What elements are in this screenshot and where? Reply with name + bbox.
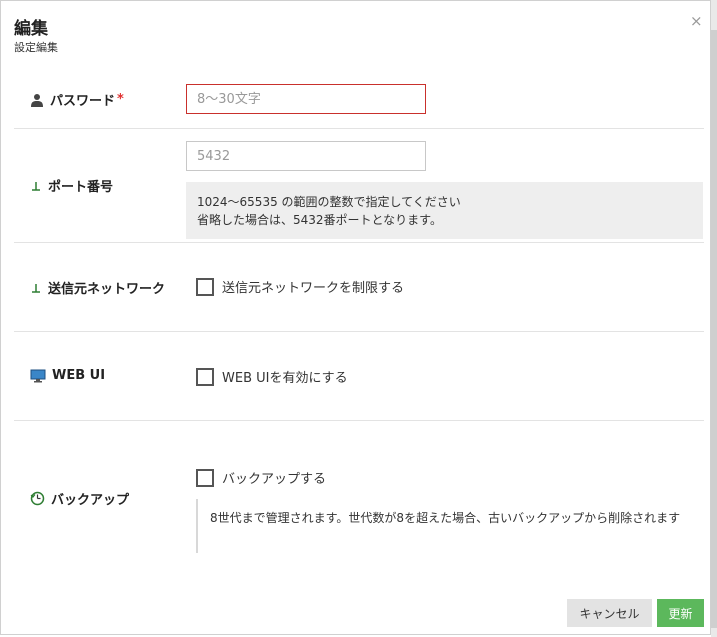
port-input[interactable]: [186, 141, 426, 171]
password-label-row: パスワード *: [30, 90, 124, 109]
divider: [14, 128, 704, 129]
port-label: ポート番号: [48, 180, 114, 195]
backup-clock-icon: [30, 491, 45, 506]
webui-checkbox[interactable]: [196, 367, 214, 386]
divider: [14, 420, 704, 421]
scrollbar[interactable]: [711, 0, 717, 637]
backup-checkbox[interactable]: [196, 468, 214, 487]
network-checkbox[interactable]: [196, 277, 214, 296]
port-hint-line2: 省略した場合は、5432番ポートとなります。: [197, 213, 442, 227]
backup-label-row: バックアップ: [30, 489, 129, 508]
port-label-row: ポート番号: [30, 176, 113, 195]
modal-subtitle: 設定編集: [14, 41, 58, 54]
modal-title: 編集: [14, 19, 48, 39]
backup-checkbox-row[interactable]: バックアップする: [196, 468, 326, 487]
divider: [14, 331, 704, 332]
port-hint-line1: 1024〜65535 の範囲の整数で指定してください: [197, 195, 461, 209]
port-hint: 1024〜65535 の範囲の整数で指定してください 省略した場合は、5432番…: [186, 182, 703, 239]
network-label-row: 送信元ネットワーク: [30, 278, 165, 297]
close-icon[interactable]: ×: [690, 12, 703, 30]
backup-label: バックアップ: [51, 493, 130, 508]
monitor-icon: [30, 369, 46, 382]
password-label: パスワード: [50, 94, 116, 109]
edit-modal: 編集 設定編集 × パスワード * ポート番号 1024〜65535 の範囲の整…: [0, 0, 711, 635]
required-marker: *: [117, 92, 124, 107]
divider: [14, 242, 704, 243]
webui-label: WEB UI: [52, 368, 106, 383]
network-checkbox-label[interactable]: 送信元ネットワークを制限する: [222, 277, 404, 296]
backup-hint: 8世代まで管理されます。世代数が8を超えた場合、古いバックアップから削除されます: [196, 499, 696, 553]
save-button[interactable]: 更新: [657, 599, 704, 627]
pin-icon: [32, 181, 40, 191]
webui-checkbox-label[interactable]: WEB UIを有効にする: [222, 367, 348, 386]
scrollbar-thumb[interactable]: [711, 30, 717, 628]
webui-label-row: WEB UI: [30, 368, 105, 383]
pin-icon: [32, 283, 40, 293]
user-icon: [31, 93, 43, 107]
webui-checkbox-row[interactable]: WEB UIを有効にする: [196, 367, 348, 386]
password-input[interactable]: [186, 84, 426, 114]
network-checkbox-row[interactable]: 送信元ネットワークを制限する: [196, 277, 404, 296]
network-label: 送信元ネットワーク: [48, 282, 166, 297]
backup-checkbox-label[interactable]: バックアップする: [222, 468, 326, 487]
cancel-button[interactable]: キャンセル: [567, 599, 652, 627]
